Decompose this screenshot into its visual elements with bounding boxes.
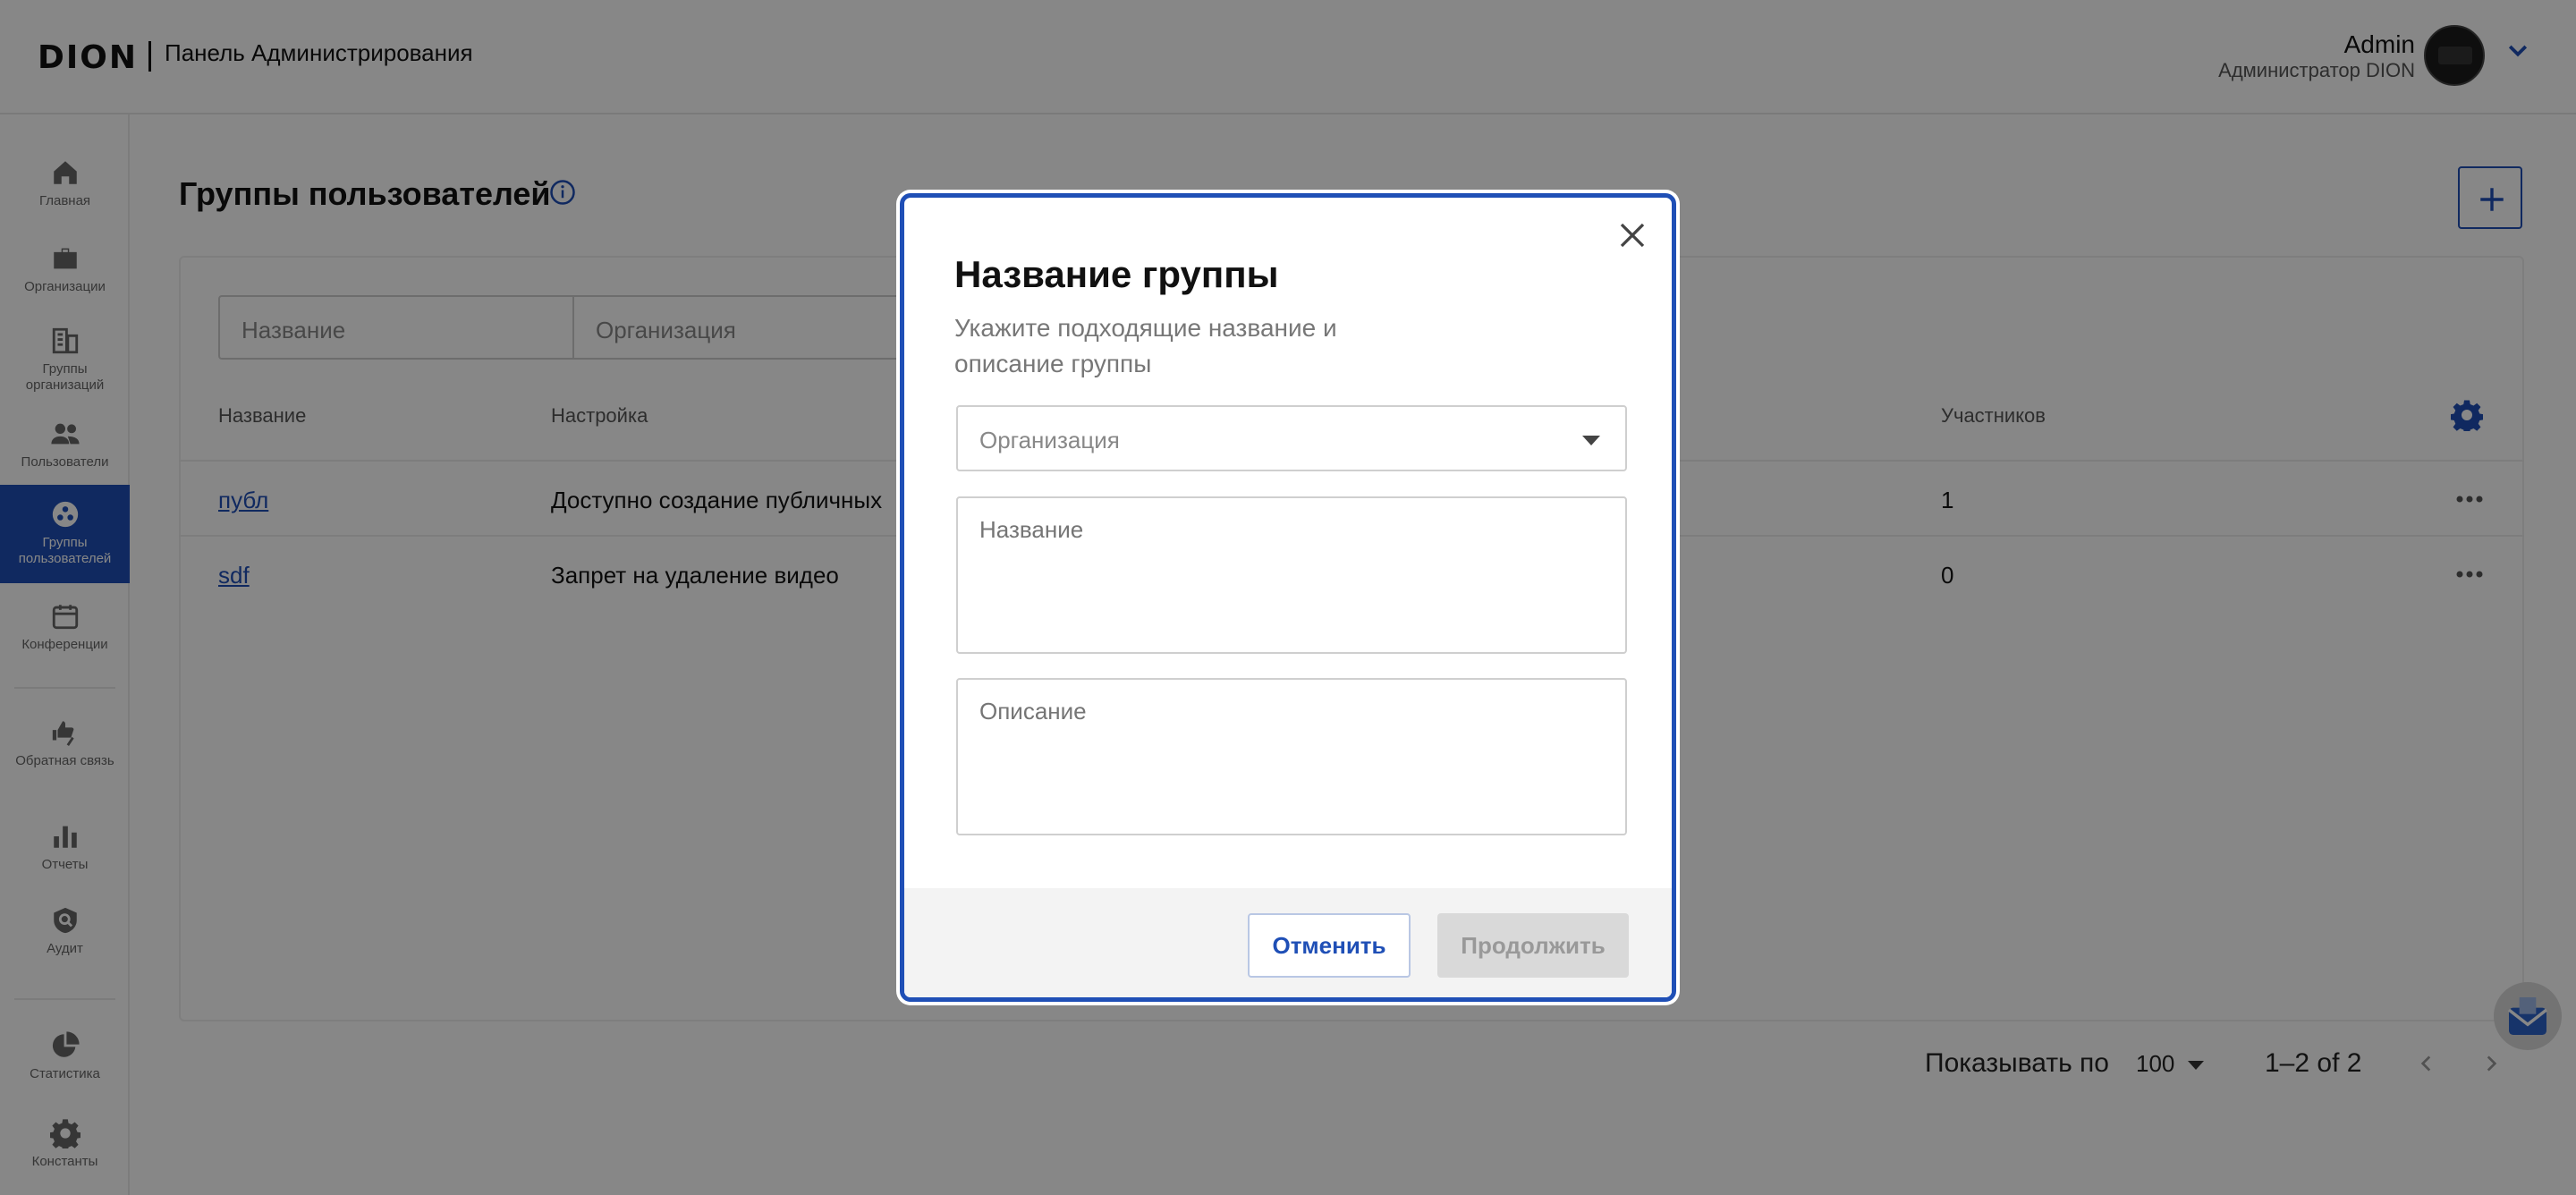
organization-select-placeholder: Организация	[979, 427, 1120, 453]
continue-button[interactable]: Продолжить	[1437, 913, 1629, 978]
create-group-dialog: Название группы Укажите подходящие назва…	[900, 193, 1676, 1002]
dialog-subtitle: Укажите подходящие название и описание г…	[954, 314, 1337, 377]
group-name-field[interactable]	[956, 496, 1627, 654]
close-icon[interactable]	[1616, 219, 1648, 251]
caret-down-icon	[1582, 436, 1600, 445]
organization-select[interactable]: Организация	[956, 405, 1627, 471]
dialog-footer: Отменить Продолжить	[904, 888, 1672, 997]
group-description-field[interactable]	[956, 678, 1627, 835]
cancel-button[interactable]: Отменить	[1248, 913, 1411, 978]
dialog-title: Название группы	[954, 253, 1279, 295]
